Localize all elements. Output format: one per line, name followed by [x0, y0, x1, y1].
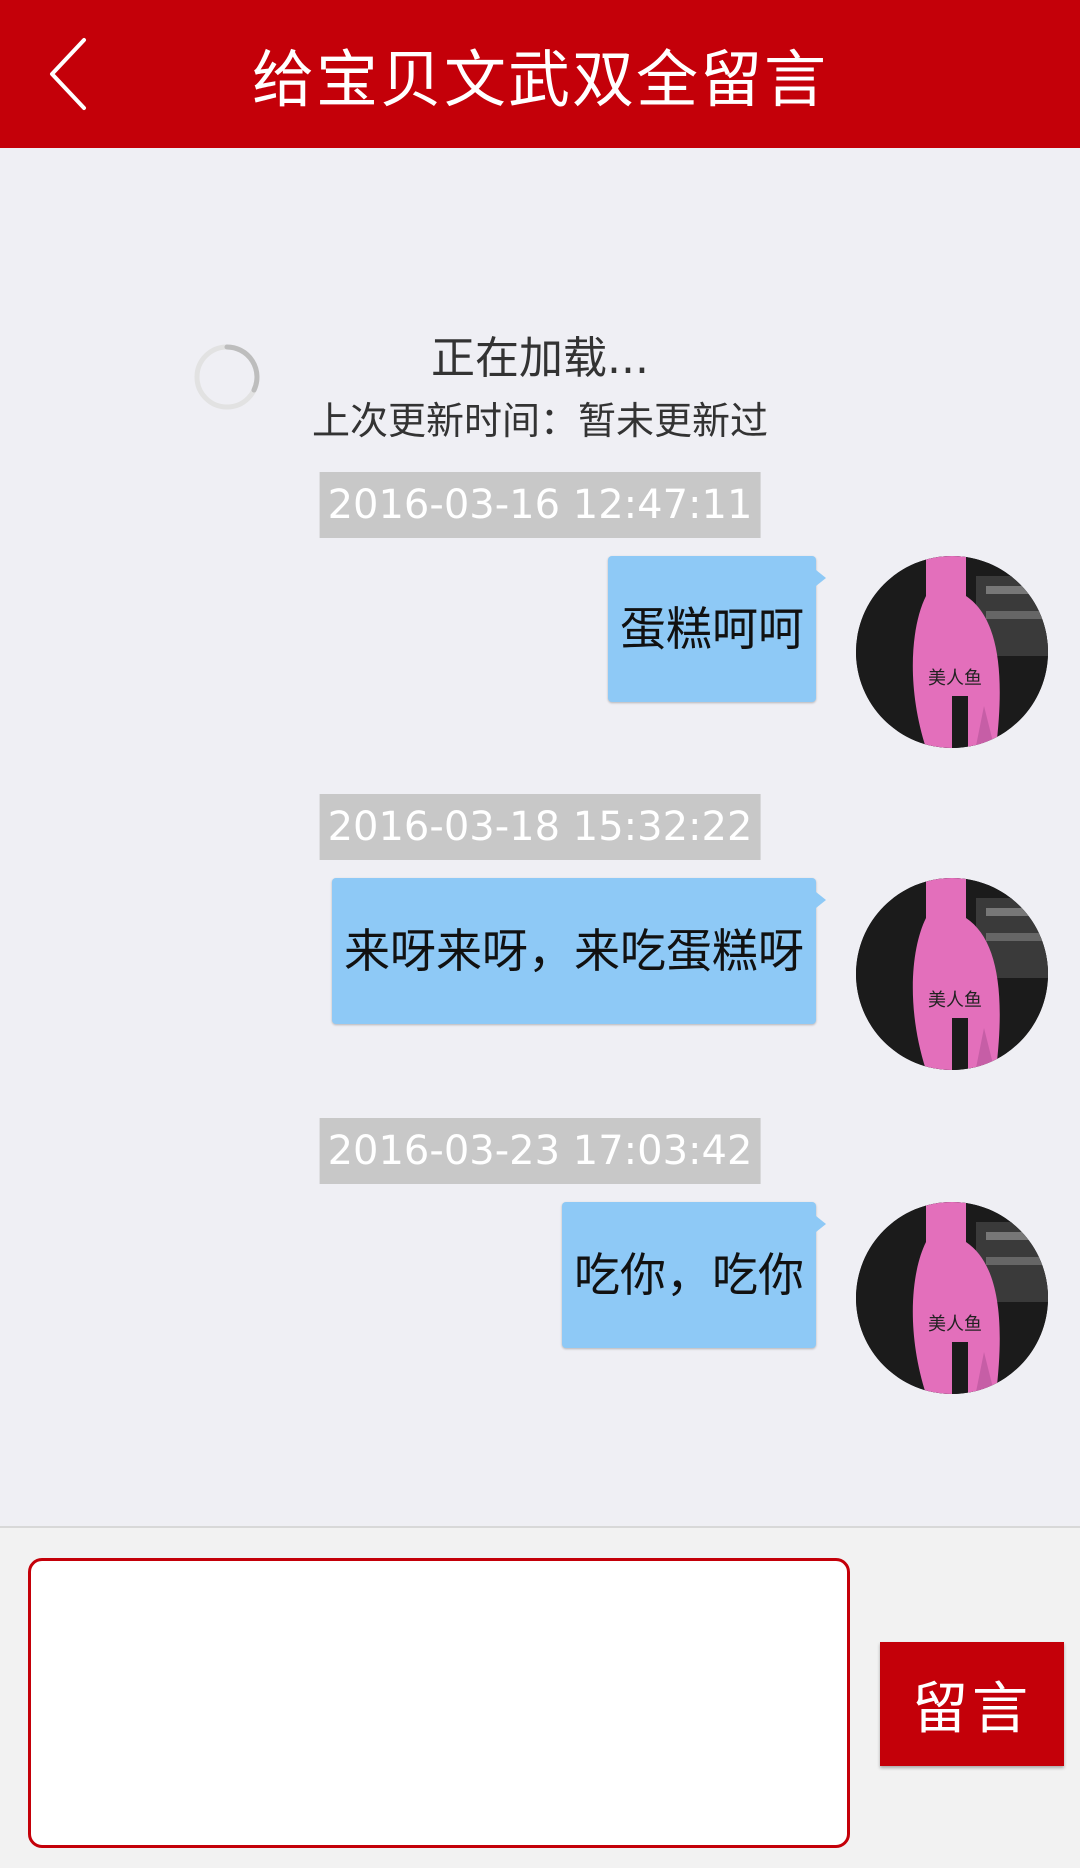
avatar[interactable]: 美人鱼: [856, 878, 1048, 1070]
svg-text:美人鱼: 美人鱼: [928, 990, 982, 1011]
message-item: 2016-03-16 12:47:11 蛋糕呵呵 美人鱼: [0, 472, 1080, 752]
page-title: 给宝贝文武双全留言: [251, 43, 828, 116]
message-item: 2016-03-18 15:32:22 来呀来呀，来吃蛋糕呀 美人鱼: [0, 794, 1080, 1074]
avatar-image: 美人鱼: [856, 556, 1048, 748]
avatar[interactable]: 美人鱼: [856, 1202, 1048, 1394]
message-bubble[interactable]: 来呀来呀，来吃蛋糕呀: [332, 878, 826, 1024]
pull-refresh-indicator: 正在加载... 上次更新时间：暂未更新过: [0, 230, 1080, 443]
message-bubble[interactable]: 蛋糕呵呵: [608, 556, 826, 702]
message-timestamp: 2016-03-18 15:32:22: [319, 794, 761, 860]
avatar-image: 美人鱼: [856, 878, 1048, 1070]
last-update-text: 上次更新时间：暂未更新过: [311, 399, 768, 443]
loading-status: 正在加载...: [431, 333, 649, 384]
back-button[interactable]: [28, 30, 108, 118]
composer-bar: 留言: [0, 1526, 1080, 1868]
chevron-left-icon: [50, 38, 86, 110]
submit-message-button[interactable]: 留言: [880, 1642, 1064, 1766]
message-timestamp: 2016-03-16 12:47:11: [319, 472, 761, 538]
message-timestamp: 2016-03-23 17:03:42: [319, 1118, 761, 1184]
svg-text:美人鱼: 美人鱼: [928, 668, 982, 689]
message-bubble[interactable]: 吃你，吃你: [562, 1202, 826, 1348]
avatar-image: 美人鱼: [856, 1202, 1048, 1394]
svg-text:美人鱼: 美人鱼: [928, 1314, 982, 1335]
avatar[interactable]: 美人鱼: [856, 556, 1048, 748]
app-header: 给宝贝文武双全留言: [0, 0, 1080, 148]
message-item: 2016-03-23 17:03:42 吃你，吃你 美人鱼: [0, 1118, 1080, 1398]
message-input[interactable]: [28, 1558, 850, 1848]
message-list[interactable]: 正在加载... 上次更新时间：暂未更新过 2016-03-16 12:47:11…: [0, 148, 1080, 1526]
